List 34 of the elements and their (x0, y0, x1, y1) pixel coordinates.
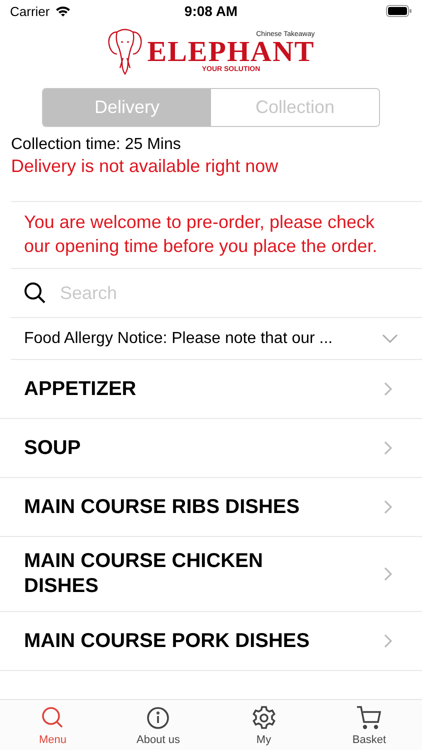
chevron-right-icon (384, 500, 392, 514)
clock-time: 9:08 AM (184, 3, 238, 19)
tab-bar-item[interactable]: Menu (0, 700, 106, 750)
chevron-right-icon (384, 441, 392, 455)
allergy-notice-text: Food Allergy Notice: Please note that our ... (24, 330, 334, 348)
tab-bar-item[interactable]: About us (106, 700, 211, 750)
battery-icon (386, 5, 412, 17)
category-row[interactable]: MAIN COURSE CHICKEN DISHES (0, 537, 422, 612)
settings-icon (250, 704, 277, 730)
collection-time-text: Collection time: 25 Mins (10, 135, 182, 155)
elephant-logo-icon (107, 28, 144, 76)
wifi-icon (54, 5, 71, 17)
category-name: APPETIZER (24, 376, 136, 402)
delivery-unavailable-text: Delivery is not available right now (10, 155, 280, 177)
tab-bar-item[interactable]: My (211, 700, 316, 750)
allergy-notice-row[interactable]: Food Allergy Notice: Please note that our ... (0, 318, 422, 359)
category-name: SOUP (24, 436, 81, 460)
chevron-right-icon (384, 567, 392, 581)
info-icon (145, 704, 172, 730)
cart-icon (356, 704, 382, 730)
logo-wordmark: ELEPHANT (147, 38, 315, 66)
chevron-right-icon (384, 634, 392, 648)
category-name: MAIN COURSE RIBS DISHES (24, 494, 300, 520)
category-row[interactable]: MAIN COURSE RIBS DISHES (0, 478, 422, 537)
category-row[interactable]: SOUP (0, 419, 422, 478)
tab-bar-item[interactable]: Basket (316, 700, 422, 750)
category-name: MAIN COURSE CHICKEN DISHES (24, 549, 264, 599)
category-row[interactable]: MAIN COURSE PORK DISHES (0, 612, 422, 671)
category-row[interactable]: APPETIZER (0, 360, 422, 419)
carrier-label: Carrier (10, 4, 50, 18)
preorder-notice: You are welcome to pre-order, please check our opening time before you place the order. (23, 211, 378, 258)
search-icon (24, 282, 46, 304)
chevron-right-icon (384, 382, 392, 396)
category-name: MAIN COURSE PORK DISHES (24, 628, 310, 654)
